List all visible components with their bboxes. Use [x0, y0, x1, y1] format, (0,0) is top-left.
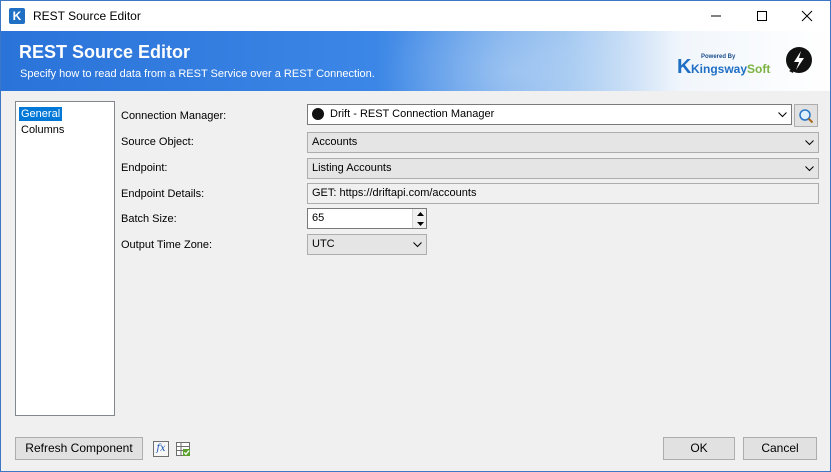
source-object-label: Source Object:: [121, 136, 194, 148]
title-bar: K REST Source Editor: [1, 1, 830, 31]
magnifier-icon: [799, 108, 814, 123]
connection-manager-select[interactable]: Drift - REST Connection Manager: [307, 104, 792, 125]
output-time-zone-value: UTC: [312, 238, 335, 250]
kingswaysoft-logo: Powered By K KingswaySoft: [677, 54, 770, 80]
minimize-button[interactable]: [693, 1, 739, 31]
powered-by-text: Powered By: [701, 54, 736, 60]
banner-title: REST Source Editor: [19, 42, 191, 62]
close-icon: [801, 10, 813, 22]
fx-expression-icon[interactable]: fx: [153, 441, 169, 457]
maximize-button[interactable]: [739, 1, 785, 31]
refresh-component-button[interactable]: Refresh Component: [15, 437, 143, 460]
chevron-down-icon: [804, 159, 814, 178]
endpoint-value: Listing Accounts: [312, 162, 392, 174]
output-time-zone-select[interactable]: UTC: [307, 234, 427, 255]
minimize-icon: [711, 15, 721, 17]
drift-connection-icon: [312, 108, 324, 120]
chevron-down-icon: [777, 105, 787, 124]
spreadsheet-icon[interactable]: [175, 441, 191, 457]
batch-size-value: 65: [312, 212, 325, 224]
connection-manager-value: Drift - REST Connection Manager: [330, 108, 495, 120]
header-banner: REST Source Editor Specify how to read d…: [1, 31, 830, 91]
page-navigation-list: General Columns: [15, 101, 115, 416]
spin-up-icon[interactable]: [413, 209, 427, 218]
window-title: REST Source Editor: [33, 9, 141, 23]
spin-down-icon[interactable]: [413, 219, 427, 228]
brand-k-letter: K: [677, 56, 692, 78]
lookup-connection-button[interactable]: [794, 104, 818, 127]
rest-source-editor-window: K REST Source Editor REST Source Editor …: [0, 0, 831, 472]
app-icon: K: [9, 8, 25, 24]
endpoint-label: Endpoint:: [121, 162, 168, 174]
drift-logo-icon: [786, 47, 812, 73]
brand-name: KingswaySoft: [691, 62, 770, 76]
batch-size-label: Batch Size:: [121, 213, 177, 225]
endpoint-details-label: Endpoint Details:: [121, 188, 205, 200]
endpoint-select[interactable]: Listing Accounts: [307, 158, 819, 179]
connection-manager-label: Connection Manager:: [121, 110, 227, 122]
source-object-value: Accounts: [312, 136, 358, 148]
close-button[interactable]: [784, 1, 830, 31]
spin-buttons: [412, 209, 426, 228]
brand-first: Kingsway: [691, 62, 748, 76]
nav-item-general[interactable]: General: [19, 107, 63, 121]
nav-item-columns[interactable]: Columns: [19, 123, 66, 137]
cancel-button[interactable]: Cancel: [743, 437, 817, 460]
output-time-zone-label: Output Time Zone:: [121, 239, 213, 251]
chevron-down-icon: [412, 235, 422, 254]
banner-subtitle: Specify how to read data from a REST Ser…: [20, 68, 375, 80]
source-object-select[interactable]: Accounts: [307, 132, 819, 153]
banner-decoration: [381, 31, 641, 91]
ok-button[interactable]: OK: [663, 437, 735, 460]
brand-second: Soft: [747, 62, 771, 76]
maximize-icon: [757, 11, 767, 21]
batch-size-stepper[interactable]: 65: [307, 208, 427, 229]
chevron-down-icon: [804, 133, 814, 152]
endpoint-details-field[interactable]: GET: https://driftapi.com/accounts: [307, 183, 819, 204]
